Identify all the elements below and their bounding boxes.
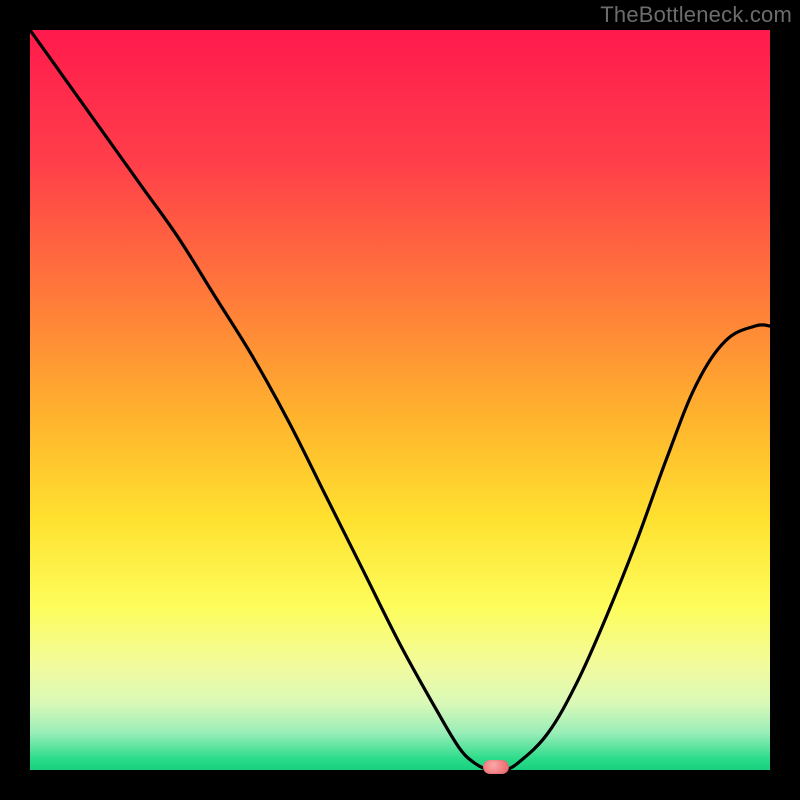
plot-frame — [30, 30, 770, 770]
current-value-marker — [483, 760, 509, 774]
watermark-text: TheBottleneck.com — [600, 2, 792, 28]
chart-container: TheBottleneck.com — [0, 0, 800, 800]
bottleneck-curve — [30, 30, 770, 770]
plot-area — [30, 30, 770, 770]
curve-path — [30, 30, 770, 770]
